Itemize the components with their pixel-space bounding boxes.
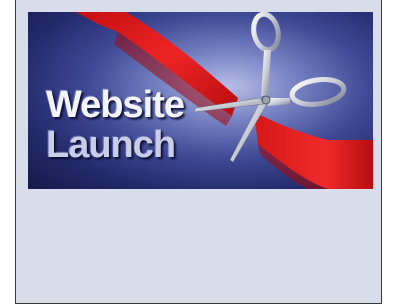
website-launch-banner: Website Launch [28, 12, 373, 189]
banner-title-line2: Launch [46, 124, 176, 166]
banner-title-line1: Website [46, 84, 185, 126]
red-ribbon-right [254, 112, 373, 189]
content-panel: Website Launch [15, 0, 382, 304]
